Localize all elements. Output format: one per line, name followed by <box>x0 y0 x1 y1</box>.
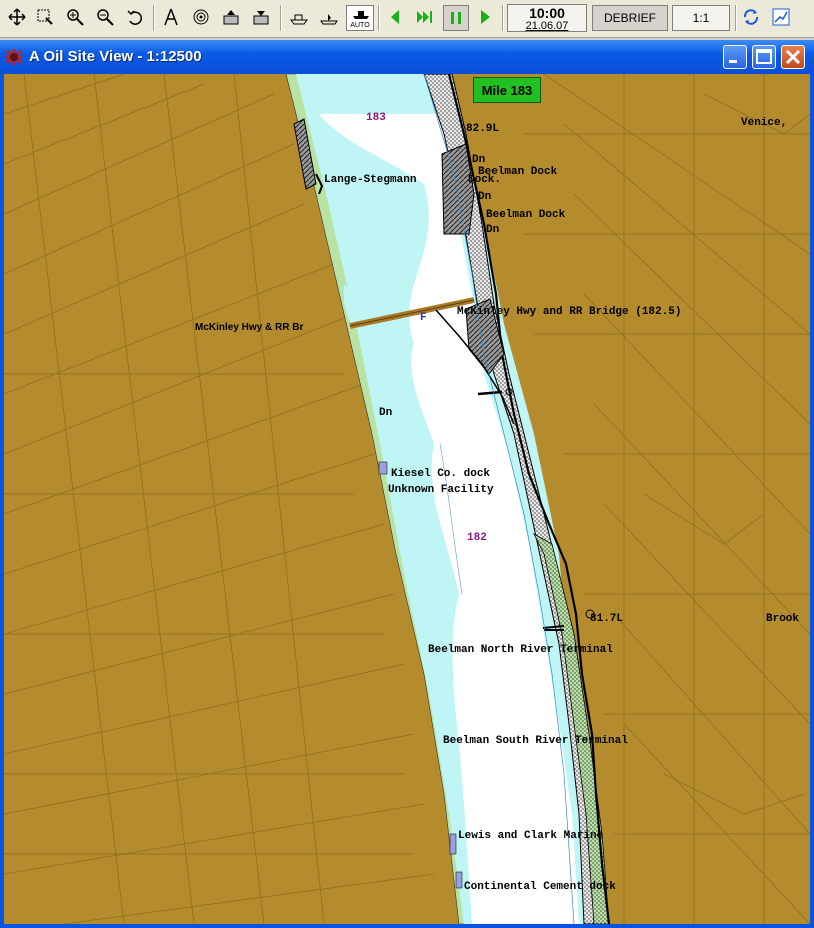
debrief-button[interactable]: DEBRIEF <box>592 5 668 31</box>
facility-label: Lange-Stegmann <box>324 174 417 186</box>
mile-point-label: 82.9L <box>466 123 500 135</box>
river-mile-label: 183 <box>366 112 386 124</box>
window-title: A Oil Site View - 1:12500 <box>29 48 202 65</box>
chart-icon[interactable] <box>770 6 792 28</box>
facility-label: Unknown Facility <box>388 484 494 496</box>
fast-forward-icon[interactable] <box>414 6 436 28</box>
close-button[interactable] <box>781 45 805 69</box>
facility-label: Dock. <box>468 174 502 186</box>
pause-icon[interactable] <box>443 5 469 31</box>
direction-label: Dn <box>478 191 492 203</box>
facility-label: Continental Cement dock <box>464 881 616 893</box>
clock-display: 10:00 21.06.07 <box>507 4 587 32</box>
target-icon[interactable] <box>190 6 212 28</box>
direction-label: Dn <box>472 154 486 166</box>
undo-icon[interactable] <box>124 6 146 28</box>
maximize-button[interactable] <box>752 45 776 69</box>
close-icon <box>785 49 801 65</box>
auto-ship-button[interactable]: AUTO <box>346 5 374 31</box>
boat-icon[interactable] <box>288 6 310 28</box>
zoom-out-icon[interactable] <box>94 6 116 28</box>
toolbar: AUTO 10:00 21.06.07 DEBRIEF 1:1 <box>0 0 814 38</box>
minimize-icon <box>729 60 737 63</box>
facility-label: Beelman Dock <box>486 209 566 221</box>
facility-label: Beelman North River Terminal <box>428 644 613 656</box>
toolbar-separator <box>735 5 737 31</box>
facility-label: Lewis and Clark Marine <box>458 830 604 842</box>
pan-icon[interactable] <box>6 6 28 28</box>
toolbar-separator <box>502 5 504 31</box>
play-icon[interactable] <box>474 6 496 28</box>
sync-icon[interactable] <box>740 6 762 28</box>
maximize-icon <box>756 49 772 64</box>
bridge-label: McKinley Hwy & RR Br <box>195 322 304 333</box>
map-view[interactable]: Mile 183 Venice, Brook 183 182 82.9L 81.… <box>4 74 810 924</box>
direction-label: Dn <box>379 407 393 419</box>
river-mile-label: 182 <box>467 532 487 544</box>
auto-label: AUTO <box>350 22 370 29</box>
mile-point-label: 81.7L <box>590 613 624 625</box>
place-label: Venice, <box>741 117 788 129</box>
flag-label: F <box>420 312 427 324</box>
app-icon <box>6 49 22 65</box>
place-label: Brook <box>766 613 800 625</box>
window-titlebar[interactable]: A Oil Site View - 1:12500 <box>0 40 814 74</box>
facility-label: Kiesel Co. dock <box>391 468 491 480</box>
compass-icon[interactable] <box>160 6 182 28</box>
step-back-icon[interactable] <box>384 6 406 28</box>
toolbar-separator <box>280 5 282 31</box>
scale-ratio-field[interactable]: 1:1 <box>672 5 730 31</box>
site-view-window: A Oil Site View - 1:12500 Mile 183 Venic… <box>0 40 814 928</box>
clock-date: 21.06.07 <box>525 20 569 32</box>
clock-time: 10:00 <box>529 5 565 21</box>
zoom-in-icon[interactable] <box>64 6 86 28</box>
facility-label: Beelman South River Terminal <box>443 735 628 747</box>
dock-marker <box>449 833 457 855</box>
upload-icon[interactable] <box>220 6 242 28</box>
dock-marker <box>455 871 463 889</box>
dock-marker <box>378 461 388 475</box>
mile-marker-badge: Mile 183 <box>473 77 541 103</box>
ship-icon[interactable] <box>318 6 340 28</box>
select-icon[interactable] <box>34 6 56 28</box>
direction-label: Dn <box>486 224 500 236</box>
minimize-button[interactable] <box>723 45 747 69</box>
map-canvas <box>4 74 810 924</box>
toolbar-separator <box>378 5 380 31</box>
toolbar-separator <box>153 5 155 31</box>
download-icon[interactable] <box>250 6 272 28</box>
bridge-label: McKinley Hwy and RR Bridge (182.5) <box>457 306 682 318</box>
